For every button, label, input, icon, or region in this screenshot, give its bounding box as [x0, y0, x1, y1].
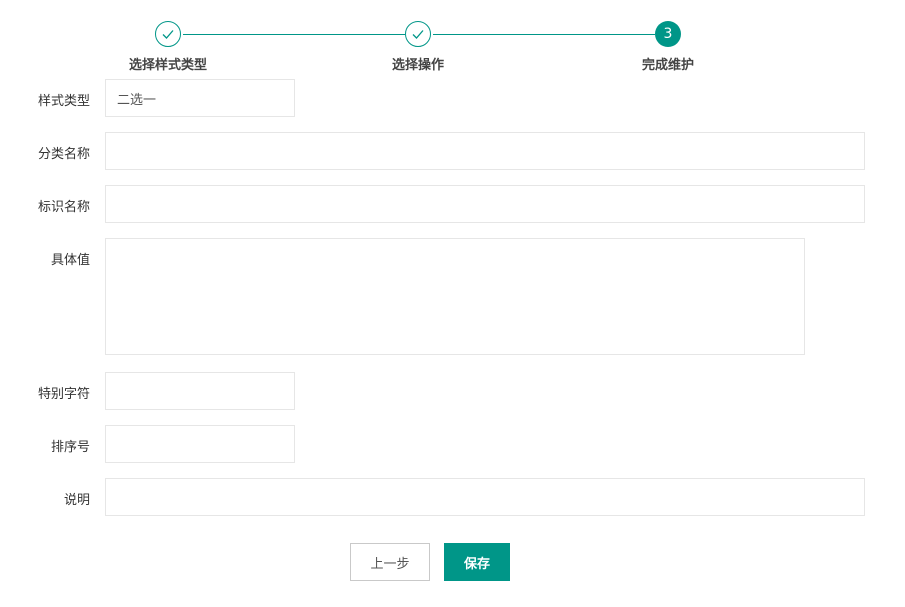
special-char-input[interactable]: [105, 372, 295, 410]
step-progress: 3 选择样式类型 选择操作 完成维护: [0, 0, 905, 80]
style-type-input[interactable]: [105, 79, 295, 117]
step-3-label: 完成维护: [641, 58, 694, 73]
category-name-input[interactable]: [105, 132, 865, 170]
check-icon: [162, 30, 174, 39]
step-3-active-circle: 3: [655, 21, 681, 47]
style-type-label: 样式类型: [37, 94, 90, 109]
sort-number-input[interactable]: [105, 425, 295, 463]
description-input[interactable]: [105, 478, 865, 516]
step-form-page: 3 选择样式类型 选择操作 完成维护 样式类型 分类名称 标识名称 具体值 特别…: [0, 0, 905, 607]
prev-step-button[interactable]: 上一步: [350, 543, 430, 581]
special-char-label: 特别字符: [37, 387, 90, 402]
step-1-label: 选择样式类型: [128, 58, 207, 73]
check-icon: [412, 30, 424, 39]
step-1-done-circle: [155, 21, 181, 47]
step-connector-2: [433, 34, 655, 35]
identifier-name-input[interactable]: [105, 185, 865, 223]
save-button[interactable]: 保存: [444, 543, 510, 581]
specific-value-label: 具体值: [50, 253, 90, 268]
step-2-label: 选择操作: [391, 58, 444, 73]
specific-value-textarea[interactable]: [105, 238, 805, 355]
category-name-label: 分类名称: [37, 147, 90, 162]
step-connector-1: [183, 34, 405, 35]
step-2-done-circle: [405, 21, 431, 47]
sort-number-label: 排序号: [50, 440, 90, 455]
description-label: 说明: [63, 493, 90, 508]
identifier-name-label: 标识名称: [37, 200, 90, 215]
